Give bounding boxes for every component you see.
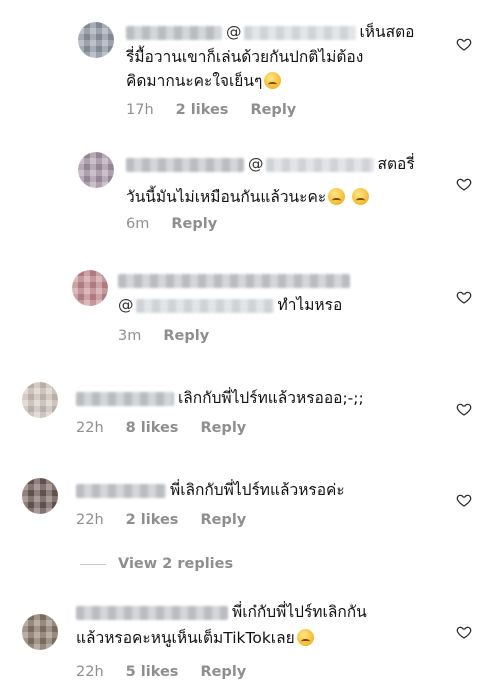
mention-at[interactable]: @ (248, 155, 264, 173)
likes-count[interactable]: 2 likes (126, 512, 179, 528)
avatar[interactable] (78, 152, 114, 188)
mention-at[interactable]: @ (226, 23, 242, 41)
reply-button[interactable]: Reply (163, 328, 209, 344)
blurred-username[interactable] (76, 391, 174, 406)
reply-button[interactable]: Reply (200, 664, 246, 680)
blurred-mention[interactable] (243, 25, 356, 40)
avatar[interactable] (22, 614, 58, 650)
avatar[interactable] (72, 270, 108, 306)
comment-text: @ ทำไมหรอ (118, 296, 343, 314)
heart-icon[interactable] (456, 401, 472, 417)
comment-meta: 22h 2 likes Reply (76, 512, 268, 528)
comment-text-line: วันนี้มันไม่เหมือนกันแล้วนะคะ (126, 185, 370, 209)
blurred-username[interactable] (76, 483, 166, 498)
comment-meta: 3m Reply (118, 328, 231, 344)
reply-button[interactable]: Reply (171, 216, 217, 232)
blurred-username[interactable] (126, 25, 222, 40)
comment-text: @ เห็นสตอ (126, 20, 414, 44)
comment-text-line: แล้วหรอคะหนูเห็นเต็มTikTokเลย (76, 626, 314, 650)
likes-count[interactable]: 5 likes (126, 664, 179, 680)
heart-icon[interactable] (456, 492, 472, 508)
blurred-username[interactable] (126, 157, 244, 172)
heart-icon[interactable] (456, 36, 472, 52)
comment-text: พี่เก๋กับพี่ไปร์ทเลิกกัน (76, 600, 367, 624)
likes-count[interactable]: 8 likes (126, 420, 179, 436)
sad-emoji-icon (296, 629, 314, 646)
blurred-mention[interactable] (265, 157, 374, 172)
comment-text: พี่เลิกกับพี่ไปร์ทแล้วหรอค่ะ (76, 478, 345, 502)
heart-icon[interactable] (456, 624, 472, 640)
comment-text-line: คิดมากนะคะใจเย็นๆ (126, 69, 282, 93)
heart-icon[interactable] (456, 289, 472, 305)
avatar[interactable] (22, 478, 58, 514)
comment-meta: 22h 8 likes Reply (76, 420, 268, 436)
blurred-username[interactable] (118, 273, 350, 288)
sad-emoji-icon (328, 188, 346, 205)
timestamp: 22h (76, 420, 104, 436)
reply-button[interactable]: Reply (200, 420, 246, 436)
divider (80, 563, 106, 565)
blurred-username[interactable] (76, 605, 228, 620)
view-replies-button[interactable]: View 2 replies (80, 556, 233, 572)
pleading-emoji-icon (352, 188, 370, 205)
timestamp: 22h (76, 664, 104, 680)
timestamp: 22h (76, 512, 104, 528)
avatar[interactable] (22, 382, 58, 418)
heart-icon[interactable] (456, 176, 472, 192)
avatar[interactable] (78, 22, 114, 58)
comment-meta: 17h 2 likes Reply (126, 102, 318, 118)
comment-username-row (118, 268, 354, 292)
reply-button[interactable]: Reply (200, 512, 246, 528)
likes-count[interactable]: 2 likes (176, 102, 229, 118)
timestamp: 17h (126, 102, 154, 118)
comment-text: เลิกกับพี่ไปร์ทแล้วหรอออ;-;; (76, 386, 364, 410)
laughing-emoji-icon (264, 72, 282, 89)
comment-meta: 6m Reply (126, 216, 239, 232)
timestamp: 3m (118, 328, 142, 344)
comment-meta: 22h 5 likes Reply (76, 664, 268, 680)
mention-at[interactable]: @ (118, 296, 134, 314)
timestamp: 6m (126, 216, 150, 232)
comment-text-line: รี่มื้อวานเขาก็เล่นด้วยกันปกติไม่ต้อง (126, 48, 364, 66)
comment-text: @ สตอรี่ (126, 152, 415, 176)
reply-button[interactable]: Reply (250, 102, 296, 118)
blurred-mention[interactable] (135, 298, 274, 313)
